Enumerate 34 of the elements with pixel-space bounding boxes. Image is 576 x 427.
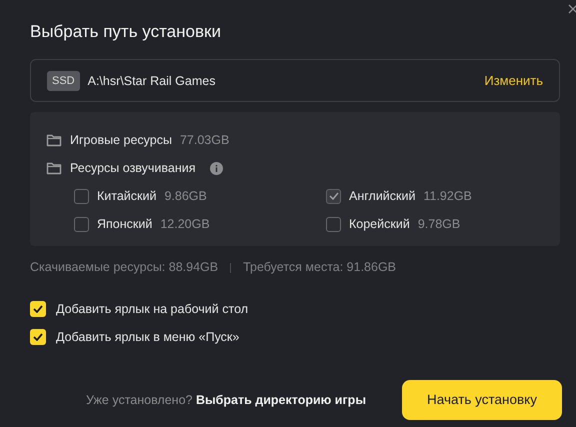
dialog-title: Выбрать путь установки bbox=[30, 22, 222, 42]
stat-text: Скачиваемые ресурсы: 88.94GB bbox=[30, 259, 218, 276]
checkbox[interactable] bbox=[74, 216, 89, 232]
drive-badge: SSD bbox=[47, 70, 80, 92]
resource-label: Ресурсы озвучивания bbox=[70, 160, 196, 178]
check-icon bbox=[328, 192, 338, 200]
option-label: Добавить ярлык в меню «Пуск» bbox=[56, 328, 240, 346]
question-text: Уже установлено? bbox=[86, 392, 192, 407]
close-icon[interactable] bbox=[568, 4, 576, 16]
choose-directory-link[interactable]: Выбрать директорию игры bbox=[196, 392, 366, 407]
folder-icon bbox=[46, 133, 62, 148]
resource-size: 77.03GB bbox=[180, 132, 230, 150]
checkbox[interactable] bbox=[326, 216, 341, 232]
option-label: Добавить ярлык на рабочий стол bbox=[56, 300, 248, 318]
checkbox[interactable] bbox=[30, 301, 46, 318]
resource-label: Игровые ресурсы bbox=[70, 132, 172, 150]
language-size: 11.92GB bbox=[423, 188, 472, 206]
language-label: Японский bbox=[97, 216, 152, 234]
start-install-button[interactable]: Начать установку bbox=[402, 380, 562, 420]
language-label: Английский bbox=[349, 188, 416, 206]
check-icon bbox=[33, 305, 43, 314]
language-size: 12.20GB bbox=[160, 216, 210, 234]
checkbox[interactable] bbox=[74, 188, 89, 204]
language-size: 9.78GB bbox=[418, 216, 460, 234]
stat-text: Требуется места: 91.86GB bbox=[243, 259, 396, 276]
info-icon[interactable] bbox=[210, 162, 223, 175]
checkbox[interactable] bbox=[30, 329, 46, 346]
path-text: A:\hsr\Star Rail Games bbox=[88, 72, 216, 90]
change-link[interactable]: Изменить bbox=[484, 71, 543, 91]
check-icon bbox=[33, 333, 43, 342]
language-label: Китайский bbox=[97, 188, 156, 206]
language-size: 9.86GB bbox=[164, 188, 207, 206]
folder-icon bbox=[46, 161, 62, 176]
language-label: Корейский bbox=[349, 216, 410, 234]
